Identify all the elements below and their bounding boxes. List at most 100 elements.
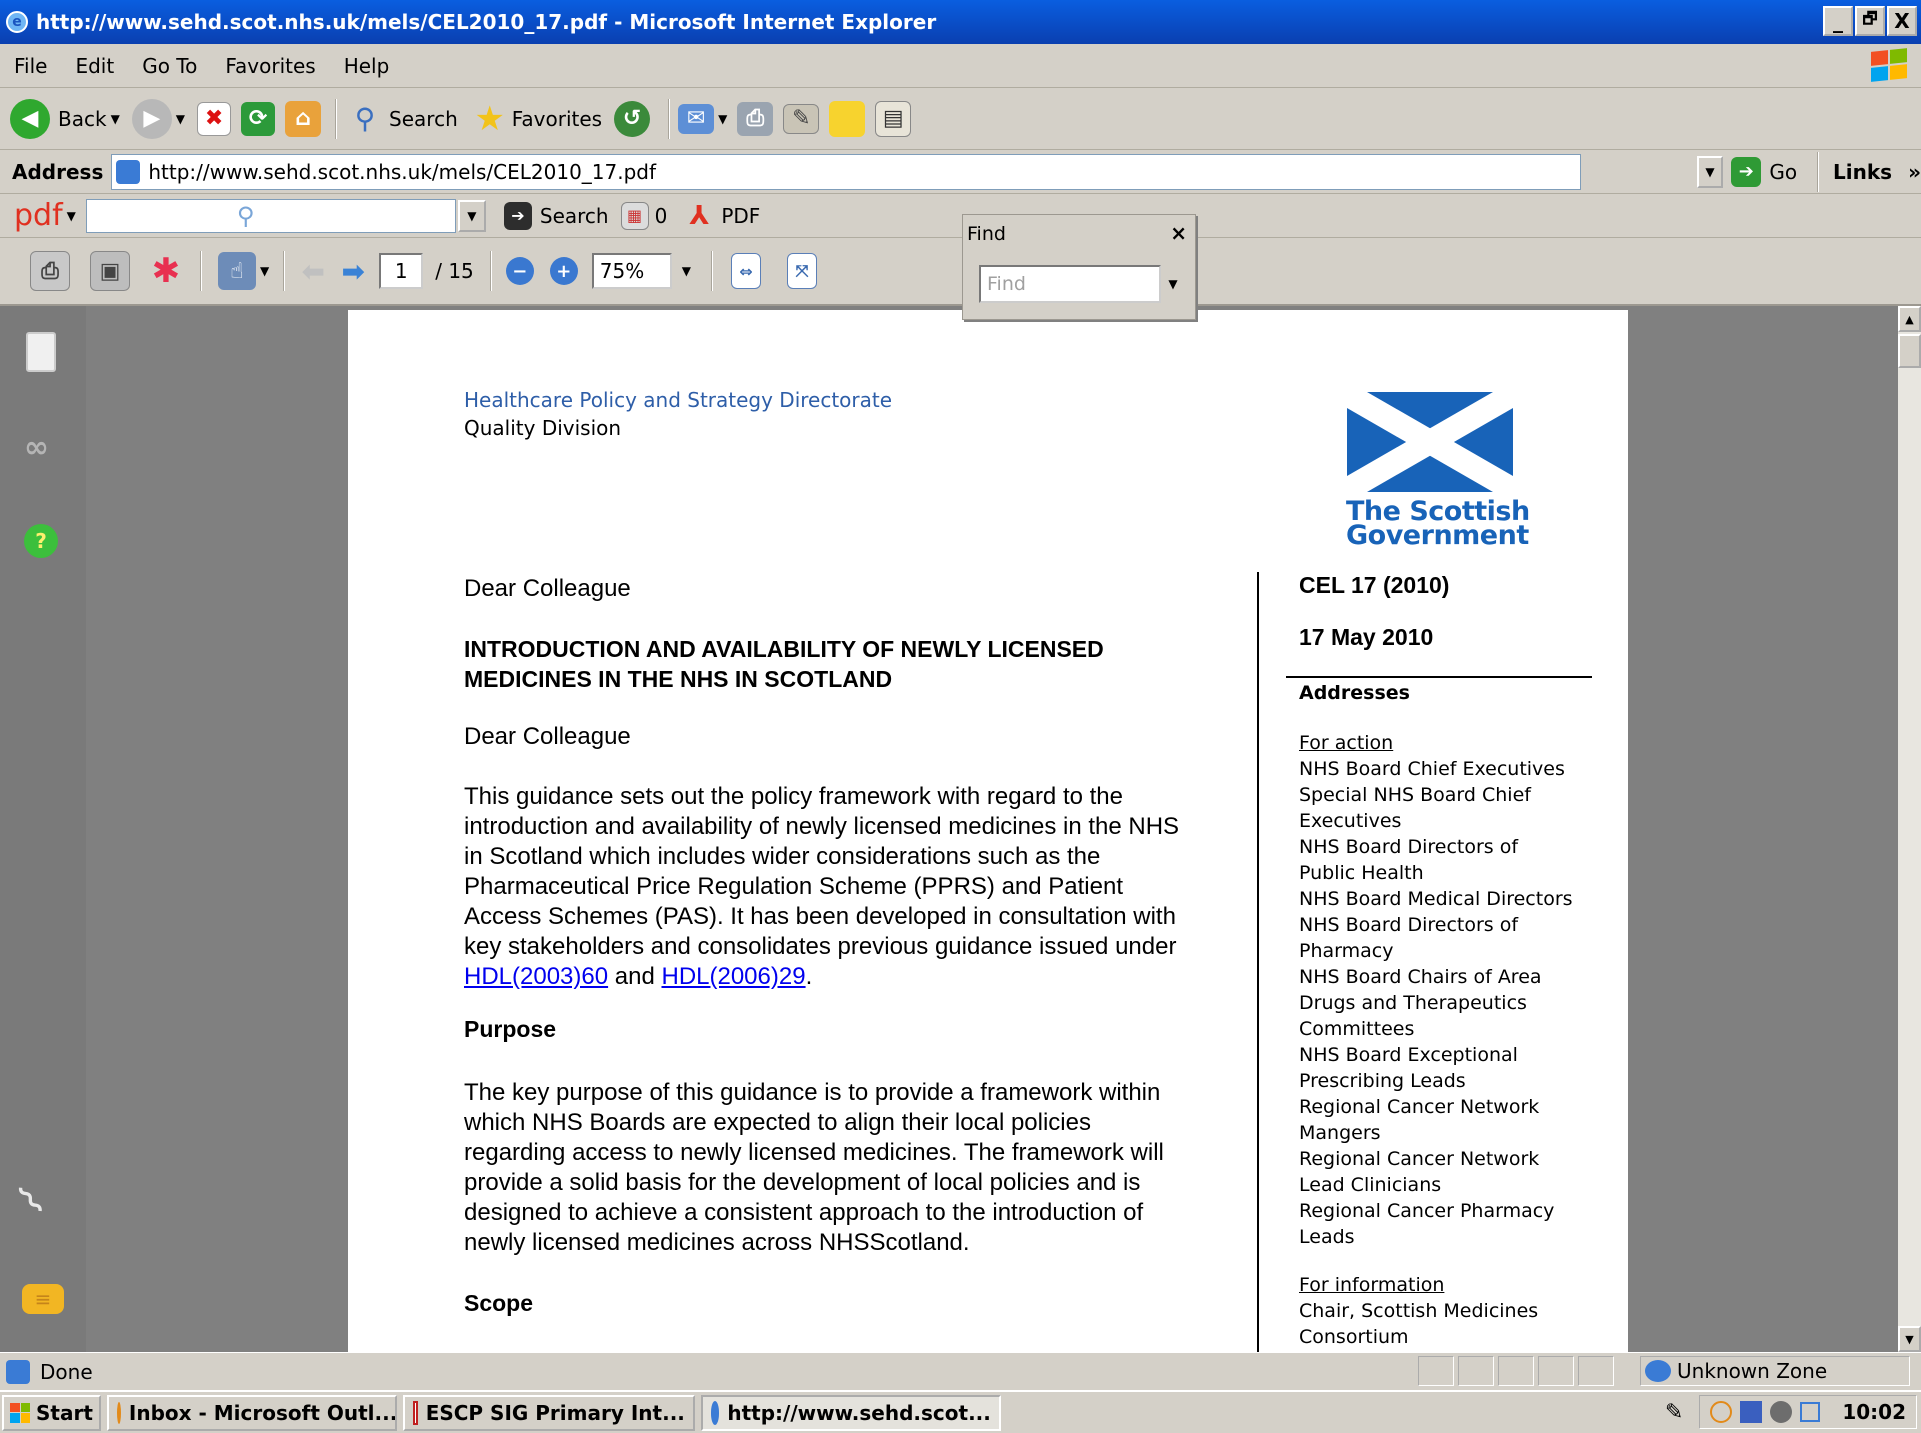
recipient-line: Mangers xyxy=(1299,1122,1381,1144)
scroll-down-button[interactable]: ▼ xyxy=(1898,1326,1921,1352)
highlight-button[interactable]: ▦ 0 xyxy=(620,201,667,230)
windows-flag-icon xyxy=(10,1402,30,1423)
forward-dropdown-icon[interactable]: ▼ xyxy=(176,112,185,126)
find-dropdown-icon[interactable]: ▼ xyxy=(1163,265,1183,303)
links-button[interactable]: Links xyxy=(1833,160,1892,184)
pdf-logo-dropdown-icon[interactable]: ▼ xyxy=(67,209,76,223)
refresh-icon[interactable]: ⟳ xyxy=(241,101,276,136)
start-label: Start xyxy=(36,1400,93,1425)
scroll-up-button[interactable]: ▲ xyxy=(1898,306,1921,332)
page-total: / 15 xyxy=(435,259,474,283)
scroll-thumb[interactable] xyxy=(1898,334,1921,368)
maximize-button[interactable]: 🗗 xyxy=(1855,6,1885,36)
network-icon[interactable] xyxy=(1740,1401,1763,1423)
page-number-input[interactable]: 1 xyxy=(379,253,424,289)
zoom-out-icon[interactable]: − xyxy=(505,257,534,285)
find-input[interactable]: Find xyxy=(979,265,1161,303)
menu-file[interactable]: File xyxy=(0,54,61,78)
magnifier-icon: ⚲ xyxy=(236,201,255,230)
favorites-button[interactable]: ★ Favorites xyxy=(470,98,603,139)
address-input[interactable]: http://www.sehd.scot.nhs.uk/mels/CEL2010… xyxy=(111,153,1581,190)
navigation-pane: ∞ ? ⌇ ≡ xyxy=(0,306,86,1352)
find-close-icon[interactable]: × xyxy=(1170,221,1187,245)
back-dropdown-icon[interactable]: ▼ xyxy=(111,112,120,126)
menu-edit[interactable]: Edit xyxy=(61,54,128,78)
hdl-2003-60-link[interactable]: HDL(2003)60 xyxy=(464,963,608,990)
go-button[interactable]: ➔ Go xyxy=(1731,156,1797,187)
research-icon[interactable]: ▤ xyxy=(875,100,912,137)
tray-window-icon[interactable] xyxy=(1800,1402,1821,1422)
save-icon[interactable]: ▣ xyxy=(90,251,130,291)
mail-dropdown-icon[interactable]: ▼ xyxy=(718,112,727,126)
print-icon[interactable]: ⎙ xyxy=(30,251,70,291)
vertical-scrollbar[interactable]: ▲ ▼ xyxy=(1898,306,1921,1352)
select-tool-icon[interactable]: ☝ xyxy=(218,252,256,290)
pdf-convert-button[interactable]: ⅄ PDF xyxy=(679,196,760,236)
previous-page-icon[interactable]: ⬅ xyxy=(293,251,333,291)
address-bar: Address http://www.sehd.scot.nhs.uk/mels… xyxy=(0,150,1921,194)
recipient-line: Executives xyxy=(1299,810,1402,832)
address-dropdown-button[interactable]: ▼ xyxy=(1696,155,1724,188)
recipient-line: Regional Cancer Network xyxy=(1299,1096,1540,1118)
recipient-line: Special NHS Board Chief xyxy=(1299,784,1531,806)
history-icon[interactable]: ↺ xyxy=(614,100,651,137)
recipient-line: NHS Board Medical Directors xyxy=(1299,888,1573,910)
pages-icon[interactable] xyxy=(26,332,56,372)
help-icon[interactable]: ? xyxy=(24,524,58,558)
toolbar-separator xyxy=(283,251,286,291)
menu-favorites[interactable]: Favorites xyxy=(211,54,329,78)
taskbar-item-outlook[interactable]: Inbox - Microsoft Outl... xyxy=(106,1394,397,1431)
pdf-logo[interactable]: pdf xyxy=(14,198,63,233)
zoom-in-icon[interactable]: + xyxy=(549,257,578,285)
zoom-level-input[interactable]: 75% xyxy=(591,253,672,289)
binoculars-icon[interactable]: ∞ xyxy=(24,430,49,465)
menu-help[interactable]: Help xyxy=(330,54,404,78)
purpose-line: regarding access to newly licensed medic… xyxy=(464,1139,1164,1166)
toolbar-separator xyxy=(1817,151,1820,192)
purpose-line: The key purpose of this guidance is to p… xyxy=(464,1079,1161,1106)
and-text: and xyxy=(608,963,662,990)
pdf-search-dropdown-button[interactable]: ▼ xyxy=(457,199,486,232)
start-button[interactable]: Start xyxy=(2,1394,101,1431)
stop-icon[interactable]: ✖ xyxy=(197,101,232,136)
taskbar-item-ie[interactable]: http://www.sehd.scot... xyxy=(700,1394,1001,1431)
collaborate-icon[interactable]: ✱ xyxy=(146,251,186,291)
menu-goto[interactable]: Go To xyxy=(128,54,211,78)
fit-page-icon[interactable]: ⤧ xyxy=(787,253,818,289)
note-icon[interactable] xyxy=(829,100,866,137)
favorites-star-icon: ★ xyxy=(474,98,505,139)
directorate-name: Healthcare Policy and Strategy Directora… xyxy=(464,388,893,412)
select-tool-dropdown-icon[interactable]: ▼ xyxy=(260,264,269,278)
hdl-2006-29-link[interactable]: HDL(2006)29 xyxy=(661,963,805,990)
back-button[interactable]: ◀ Back ▼ xyxy=(10,98,120,139)
for-action-heading: For action xyxy=(1299,732,1394,754)
close-button[interactable]: X xyxy=(1887,6,1917,36)
taskbar-item-escp[interactable]: ESCP SIG Primary Int... xyxy=(402,1394,695,1431)
toolbar-separator xyxy=(200,251,202,291)
mail-icon[interactable]: ✉ xyxy=(678,103,715,134)
search-button[interactable]: ⚲ Search xyxy=(345,99,458,139)
print-icon[interactable]: ⎙ xyxy=(737,101,774,136)
salutation: Dear Colleague xyxy=(464,575,631,602)
forward-button[interactable]: ▶ ▼ xyxy=(131,98,185,139)
purpose-line: newly licensed medicines across NHSScotl… xyxy=(464,1229,970,1256)
zoom-dropdown-icon[interactable]: ▼ xyxy=(682,264,691,278)
tools-icon[interactable]: ✎ xyxy=(1665,1400,1683,1425)
pdf-search-input[interactable]: ⚲ xyxy=(85,198,456,233)
toolbar-separator xyxy=(489,251,492,291)
fit-width-icon[interactable]: ⇔ xyxy=(731,253,762,289)
outlook-icon xyxy=(116,1401,121,1424)
next-page-icon[interactable]: ➡ xyxy=(333,251,373,291)
volume-icon[interactable] xyxy=(1770,1401,1793,1423)
minimize-button[interactable]: _ xyxy=(1823,6,1853,36)
pdf-search-button[interactable]: ➔ Search xyxy=(503,201,609,230)
home-icon[interactable]: ⌂ xyxy=(285,100,322,137)
favorites-label: Favorites xyxy=(511,106,603,131)
comments-icon[interactable]: ≡ xyxy=(22,1284,64,1314)
attachment-icon[interactable]: ⌇ xyxy=(10,1177,55,1225)
status-bar: Done xyxy=(0,1352,1921,1390)
heading-line1: INTRODUCTION AND AVAILABILITY OF NEWLY L… xyxy=(464,636,1104,662)
chevron-right-icon[interactable]: » xyxy=(1908,160,1921,184)
edit-icon[interactable]: ✎ xyxy=(783,103,820,134)
clock-app-icon[interactable] xyxy=(1710,1401,1733,1423)
